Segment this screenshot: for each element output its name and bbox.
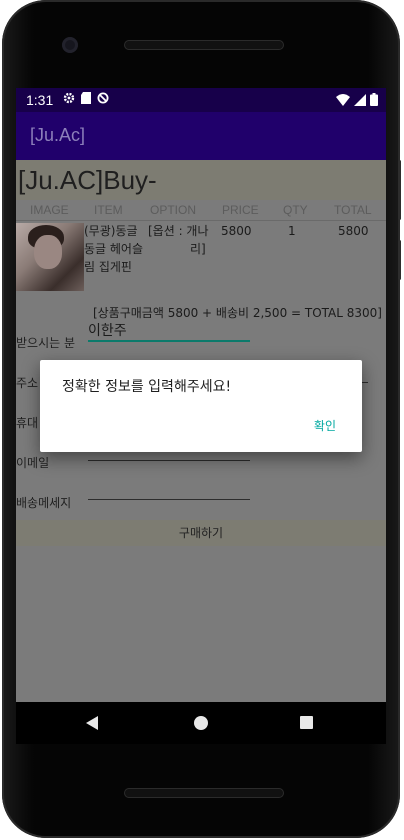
item-qty: 1	[288, 224, 296, 238]
buy-button[interactable]: 구매하기	[16, 520, 386, 546]
home-icon[interactable]	[194, 716, 208, 730]
status-bar: 1:31	[16, 88, 386, 112]
volume-button[interactable]	[398, 160, 401, 220]
address-label: 주소	[16, 376, 39, 390]
dialog-message: 정확한 정보를 입력해주세요!	[62, 379, 232, 395]
bottom-speaker	[124, 788, 284, 798]
page-heading-bar: [Ju.AC]Buy-	[16, 160, 386, 200]
page-title: [Ju.AC]Buy-	[18, 165, 157, 195]
navigation-bar	[16, 702, 386, 744]
status-time: 1:31	[26, 92, 54, 108]
item-total: 5800	[338, 224, 369, 238]
device-screen: 1:31 [Ju.Ac] [Ju.AC]Buy- IMAGE ITEM OPTI…	[16, 88, 386, 744]
app-title: [Ju.Ac]	[30, 125, 86, 145]
divider	[16, 220, 386, 221]
front-camera	[62, 37, 78, 53]
recipient-label: 받으시는 분	[16, 336, 76, 350]
back-icon[interactable]	[86, 716, 98, 730]
blocked-icon	[97, 92, 109, 108]
sd-card-icon	[81, 92, 92, 108]
column-header-total: TOTAL	[334, 203, 372, 217]
email-input[interactable]	[88, 460, 250, 461]
signal-icon	[354, 93, 366, 110]
message-label: 배송메세지	[16, 496, 72, 510]
product-image	[16, 223, 84, 291]
alert-dialog: 정확한 정보를 입력해주세요! 확인	[40, 360, 362, 452]
battery-icon	[370, 93, 378, 110]
app-bar: [Ju.Ac]	[16, 112, 386, 160]
message-input[interactable]	[88, 499, 250, 500]
confirm-button[interactable]: 확인	[314, 417, 336, 434]
wifi-icon	[336, 93, 350, 110]
top-speaker	[124, 40, 284, 50]
column-header-price: PRICE	[222, 203, 259, 217]
column-header-option: OPTION	[150, 203, 197, 217]
power-button[interactable]	[398, 240, 401, 280]
recipient-input-value: 이한주	[88, 323, 127, 339]
item-price: 5800	[221, 224, 252, 238]
item-option: [옵션 : 개나 리]	[148, 224, 209, 256]
column-header-image: IMAGE	[30, 203, 69, 217]
recent-apps-icon[interactable]	[300, 716, 313, 729]
item-name: (무광)동글 동글 헤어슬 림 집게핀	[84, 224, 144, 274]
table-header: IMAGE ITEM OPTION PRICE QTY TOTAL	[16, 200, 386, 220]
email-label: 이메일	[16, 456, 50, 470]
recipient-input[interactable]	[88, 340, 250, 342]
gear-icon	[63, 92, 75, 108]
phone-label: 휴대	[16, 416, 39, 430]
column-header-item: ITEM	[94, 203, 123, 217]
column-header-qty: QTY	[283, 203, 308, 217]
order-summary: [상품구매금액 5800 + 배송비 2,500 = TOTAL 8300]	[92, 306, 382, 320]
